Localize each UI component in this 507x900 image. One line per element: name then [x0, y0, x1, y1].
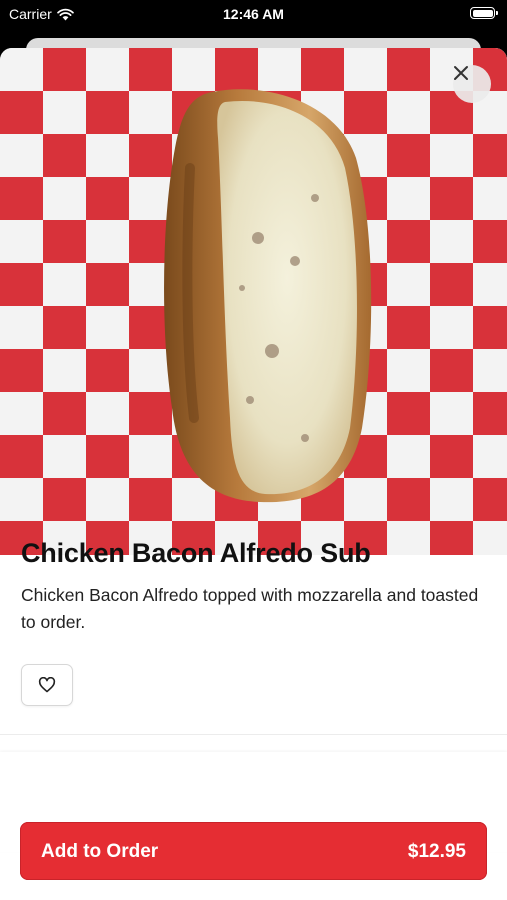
status-time: 12:46 AM — [223, 6, 284, 22]
sub-sandwich-image — [164, 89, 372, 503]
item-description: Chicken Bacon Alfredo topped with mozzar… — [21, 585, 479, 632]
battery-icon — [470, 7, 498, 19]
item-price: $12.95 — [407, 841, 466, 862]
favorite-button[interactable] — [21, 664, 73, 706]
add-to-order-button[interactable]: Add to Order $12.95 — [20, 822, 487, 880]
heart-icon — [38, 677, 56, 693]
item-title: Chicken Bacon Alfredo Sub — [21, 538, 371, 568]
status-bar: Carrier 12:46 AM — [0, 0, 507, 30]
item-photo — [0, 48, 507, 555]
close-button[interactable] — [453, 65, 491, 103]
section-divider — [0, 734, 507, 735]
close-icon — [454, 66, 468, 80]
add-to-order-label: Add to Order — [41, 841, 159, 862]
